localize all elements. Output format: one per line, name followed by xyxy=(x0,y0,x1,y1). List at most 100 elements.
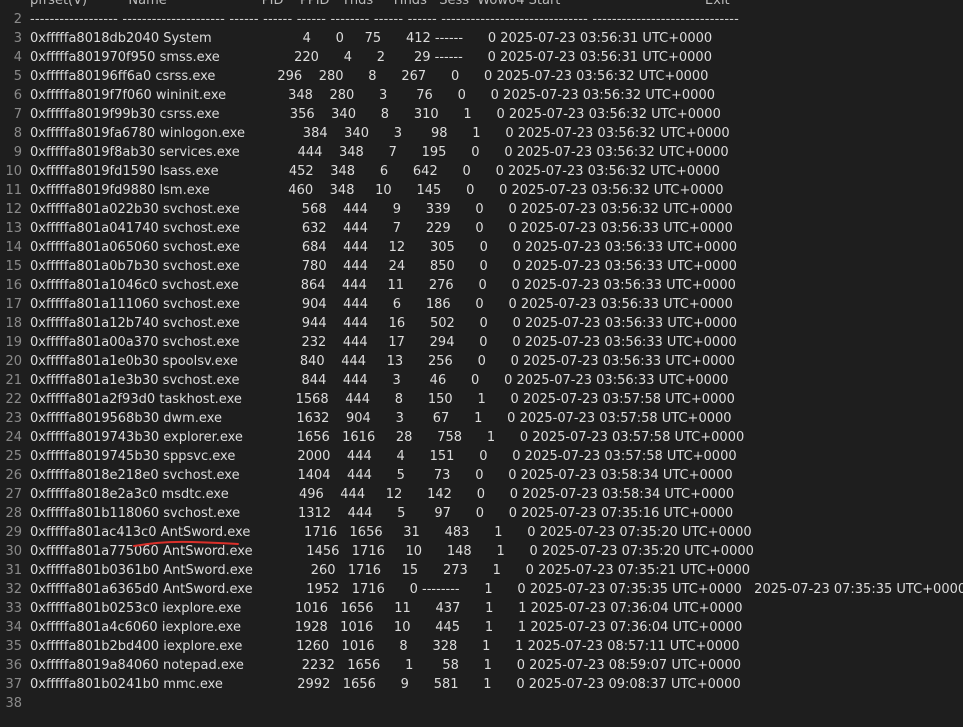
line-text[interactable]: 0xfffffa801a00a370 svchost.exe 232 444 1… xyxy=(30,333,737,352)
editor-line[interactable]: 26 0xfffffa8018e218e0 svchost.exe 1404 44… xyxy=(0,466,963,485)
editor-line[interactable]: 6 0xfffffa8019f7f060 wininit.exe 348 280 … xyxy=(0,86,963,105)
line-number: 30 xyxy=(5,544,22,559)
line-number: 27 xyxy=(5,487,22,502)
line-text[interactable]: 0xfffffa8019743b30 explorer.exe 1656 161… xyxy=(30,428,744,447)
editor-line[interactable]: 17 0xfffffa801a111060 svchost.exe 904 444… xyxy=(0,295,963,314)
line-text[interactable]: 0xfffffa8019568b30 dwm.exe 1632 904 3 67… xyxy=(30,409,732,428)
line-number: 9 xyxy=(13,145,22,160)
line-text[interactable]: ------------------ ---------------------… xyxy=(30,10,739,29)
line-number: 38 xyxy=(5,696,22,711)
editor-line[interactable]: 9 0xfffffa8019f8ab30 services.exe 444 348… xyxy=(0,143,963,162)
line-text[interactable]: 0xfffffa8019745b30 sppsvc.exe 2000 444 4… xyxy=(30,447,737,466)
editor-line[interactable]: 15 0xfffffa801a0b7b30 svchost.exe 780 444… xyxy=(0,257,963,276)
line-text[interactable]: 0xfffffa801b0253c0 iexplore.exe 1016 165… xyxy=(30,599,743,618)
editor-line[interactable]: 30 0xfffffa801a775060 AntSword.exe 1456 1… xyxy=(0,542,963,561)
line-number: 21 xyxy=(5,373,22,388)
editor-line[interactable]: 3 0xfffffa8018db2040 System 4 0 75 412 --… xyxy=(0,29,963,48)
editor-line[interactable]: 20 0xfffffa801a1e0b30 spoolsv.exe 840 444… xyxy=(0,352,963,371)
editor-line[interactable]: 12 0xfffffa801a022b30 svchost.exe 568 444… xyxy=(0,200,963,219)
editor-line[interactable]: 19 0xfffffa801a00a370 svchost.exe 232 444… xyxy=(0,333,963,352)
line-text[interactable]: 0xfffffa801b118060 svchost.exe 1312 444 … xyxy=(30,504,733,523)
editor-line[interactable]: pfrset(V) Name PID PPID Thds Hnds Sess W… xyxy=(0,0,963,10)
line-text[interactable]: 0xfffffa801a1e0b30 spoolsv.exe 840 444 1… xyxy=(30,352,735,371)
line-number: 34 xyxy=(5,620,22,635)
editor-line[interactable]: 32 0xfffffa801a6365d0 AntSword.exe 1952 1… xyxy=(0,580,963,599)
editor-line[interactable]: 34 0xfffffa801a4c6060 iexplore.exe 1928 1… xyxy=(0,618,963,637)
line-number: 25 xyxy=(5,449,22,464)
line-text[interactable]: 0xfffffa8019fa6780 winlogon.exe 384 340 … xyxy=(30,124,730,143)
editor-line[interactable]: 18 0xfffffa801a12b740 svchost.exe 944 444… xyxy=(0,314,963,333)
line-text[interactable]: 0xfffffa8019f99b30 csrss.exe 356 340 8 3… xyxy=(30,105,721,124)
line-text[interactable]: 0xfffffa801a1e3b30 svchost.exe 844 444 3… xyxy=(30,371,728,390)
editor-line[interactable]: 4 0xfffffa801970f950 smss.exe 220 4 2 29 … xyxy=(0,48,963,67)
line-text[interactable]: 0xfffffa8019fd1590 lsass.exe 452 348 6 6… xyxy=(30,162,720,181)
line-text[interactable]: 0xfffffa801a6365d0 AntSword.exe 1952 171… xyxy=(30,580,963,599)
editor-line[interactable]: 24 0xfffffa8019743b30 explorer.exe 1656 1… xyxy=(0,428,963,447)
line-text[interactable]: 0xfffffa8018e218e0 svchost.exe 1404 444 … xyxy=(30,466,733,485)
line-number: 19 xyxy=(5,335,22,350)
editor-line[interactable]: 2 ------------------ --------------------… xyxy=(0,10,963,29)
line-number: 36 xyxy=(5,658,22,673)
line-text[interactable]: 0xfffffa801a2f93d0 taskhost.exe 1568 444… xyxy=(30,390,735,409)
editor-line[interactable]: 7 0xfffffa8019f99b30 csrss.exe 356 340 8 … xyxy=(0,105,963,124)
line-number: 10 xyxy=(5,164,22,179)
line-text[interactable]: 0xfffffa8018db2040 System 4 0 75 412 ---… xyxy=(30,29,712,48)
line-number: 7 xyxy=(13,107,22,122)
editor-line[interactable]: 29 0xfffffa801ac413c0 AntSword.exe 1716 1… xyxy=(0,523,963,542)
editor-line[interactable]: 14 0xfffffa801a065060 svchost.exe 684 444… xyxy=(0,238,963,257)
line-text[interactable]: 0xfffffa801a12b740 svchost.exe 944 444 1… xyxy=(30,314,737,333)
line-text[interactable]: 0xfffffa801a065060 svchost.exe 684 444 1… xyxy=(30,238,737,257)
line-text[interactable]: 0xfffffa801b0241b0 mmc.exe 2992 1656 9 5… xyxy=(30,675,741,694)
editor-line[interactable]: 25 0xfffffa8019745b30 sppsvc.exe 2000 444… xyxy=(0,447,963,466)
line-text[interactable]: 0xfffffa801a111060 svchost.exe 904 444 6… xyxy=(30,295,733,314)
line-text[interactable]: 0xfffffa801a041740 svchost.exe 632 444 7… xyxy=(30,219,733,238)
line-text[interactable]: 0xfffffa80196ff6a0 csrss.exe 296 280 8 2… xyxy=(30,67,708,86)
line-number: 16 xyxy=(5,278,22,293)
line-text[interactable]: 0xfffffa801a1046c0 svchost.exe 864 444 1… xyxy=(30,276,736,295)
editor-line[interactable]: 37 0xfffffa801b0241b0 mmc.exe 2992 1656 9… xyxy=(0,675,963,694)
editor-line[interactable]: 35 0xfffffa801b2bd400 iexplore.exe 1260 1… xyxy=(0,637,963,656)
line-text[interactable]: 0xfffffa801a022b30 svchost.exe 568 444 9… xyxy=(30,200,733,219)
line-number: 35 xyxy=(5,639,22,654)
line-number: 8 xyxy=(13,126,22,141)
line-number: 11 xyxy=(5,183,22,198)
line-number: 33 xyxy=(5,601,22,616)
line-text[interactable]: 0xfffffa801ac413c0 AntSword.exe 1716 165… xyxy=(30,523,752,542)
editor-line[interactable]: 16 0xfffffa801a1046c0 svchost.exe 864 444… xyxy=(0,276,963,295)
line-number: 20 xyxy=(5,354,22,369)
line-number: 18 xyxy=(5,316,22,331)
editor-line[interactable]: 23 0xfffffa8019568b30 dwm.exe 1632 904 3 … xyxy=(0,409,963,428)
line-text[interactable]: 0xfffffa801b0361b0 AntSword.exe 260 1716… xyxy=(30,561,750,580)
editor-line[interactable]: 8 0xfffffa8019fa6780 winlogon.exe 384 340… xyxy=(0,124,963,143)
editor-line[interactable]: 27 0xfffffa8018e2a3c0 msdtc.exe 496 444 1… xyxy=(0,485,963,504)
line-number: 28 xyxy=(5,506,22,521)
line-number: 17 xyxy=(5,297,22,312)
line-text[interactable]: 0xfffffa801a0b7b30 svchost.exe 780 444 2… xyxy=(30,257,737,276)
line-text[interactable]: 0xfffffa8018e2a3c0 msdtc.exe 496 444 12 … xyxy=(30,485,734,504)
line-number: 15 xyxy=(5,259,22,274)
line-number: 29 xyxy=(5,525,22,540)
editor-line[interactable]: 33 0xfffffa801b0253c0 iexplore.exe 1016 1… xyxy=(0,599,963,618)
editor-line[interactable]: 10 0xfffffa8019fd1590 lsass.exe 452 348 6… xyxy=(0,162,963,181)
editor-line[interactable]: 36 0xfffffa8019a84060 notepad.exe 2232 16… xyxy=(0,656,963,675)
line-text[interactable]: 0xfffffa8019f7f060 wininit.exe 348 280 3… xyxy=(30,86,715,105)
line-text[interactable]: 0xfffffa801970f950 smss.exe 220 4 2 29 -… xyxy=(30,48,712,67)
editor-line[interactable]: 22 0xfffffa801a2f93d0 taskhost.exe 1568 4… xyxy=(0,390,963,409)
text-editor[interactable]: pfrset(V) Name PID PPID Thds Hnds Sess W… xyxy=(0,0,963,713)
editor-line[interactable]: 5 0xfffffa80196ff6a0 csrss.exe 296 280 8 … xyxy=(0,67,963,86)
editor-line[interactable]: 21 0xfffffa801a1e3b30 svchost.exe 844 444… xyxy=(0,371,963,390)
line-text[interactable]: 0xfffffa801b2bd400 iexplore.exe 1260 101… xyxy=(30,637,740,656)
line-text[interactable]: pfrset(V) Name PID PPID Thds Hnds Sess W… xyxy=(30,0,730,10)
editor-line[interactable]: 28 0xfffffa801b118060 svchost.exe 1312 44… xyxy=(0,504,963,523)
editor-line[interactable]: 31 0xfffffa801b0361b0 AntSword.exe 260 17… xyxy=(0,561,963,580)
editor-line[interactable]: 11 0xfffffa8019fd9880 lsm.exe 460 348 10 … xyxy=(0,181,963,200)
line-text[interactable]: 0xfffffa801a4c6060 iexplore.exe 1928 101… xyxy=(30,618,742,637)
line-number: 31 xyxy=(5,563,22,578)
line-text[interactable]: 0xfffffa801a775060 AntSword.exe 1456 171… xyxy=(30,542,754,561)
line-text[interactable]: 0xfffffa8019f8ab30 services.exe 444 348 … xyxy=(30,143,729,162)
editor-line[interactable]: 38 xyxy=(0,694,963,713)
editor-line[interactable]: 13 0xfffffa801a041740 svchost.exe 632 444… xyxy=(0,219,963,238)
line-text[interactable]: 0xfffffa8019fd9880 lsm.exe 460 348 10 14… xyxy=(30,181,723,200)
line-text[interactable]: 0xfffffa8019a84060 notepad.exe 2232 1656… xyxy=(30,656,741,675)
line-number: 5 xyxy=(13,69,22,84)
